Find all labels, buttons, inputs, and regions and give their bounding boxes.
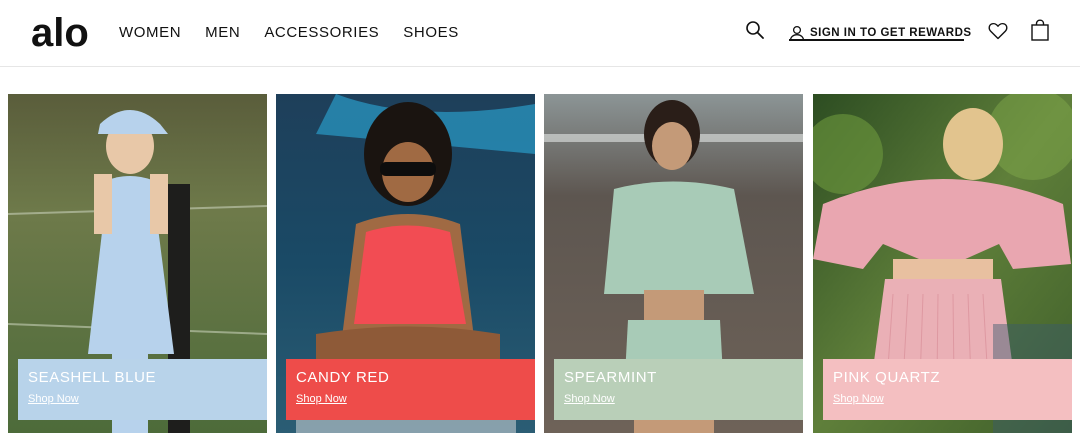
tile-title: PINK QUARTZ <box>833 369 941 386</box>
search-icon[interactable] <box>745 20 765 40</box>
tile-caption: PINK QUARTZ Shop Now <box>823 359 1072 420</box>
product-color-grid: SEASHELL BLUE Shop Now CANDY RED Shop No… <box>8 94 1072 433</box>
tile-seashell-blue[interactable]: SEASHELL BLUE Shop Now <box>8 94 267 433</box>
shopping-bag-icon[interactable] <box>1031 19 1049 41</box>
nav-accessories[interactable]: ACCESSORIES <box>264 24 379 41</box>
nav-women[interactable]: WOMEN <box>119 24 181 41</box>
rewards-label: SIGN IN TO GET REWARDS <box>810 27 972 39</box>
rewards-underline <box>789 39 964 41</box>
tile-caption: SPEARMINT Shop Now <box>554 359 803 420</box>
nav-shoes[interactable]: SHOES <box>403 24 459 41</box>
shop-now-link[interactable]: Shop Now <box>296 393 347 405</box>
svg-text:alo: alo <box>31 11 89 52</box>
shop-now-link[interactable]: Shop Now <box>564 393 615 405</box>
tile-title: SPEARMINT <box>564 369 657 386</box>
tile-title: SEASHELL BLUE <box>28 369 157 386</box>
shop-now-link[interactable]: Shop Now <box>28 393 79 405</box>
tile-spearmint[interactable]: SPEARMINT Shop Now <box>544 94 803 433</box>
heart-icon[interactable] <box>988 21 1008 41</box>
alo-logo[interactable]: alo <box>31 10 93 52</box>
shop-now-link[interactable]: Shop Now <box>833 393 884 405</box>
tile-candy-red[interactable]: CANDY RED Shop Now <box>276 94 535 433</box>
tile-pink-quartz[interactable]: PINK QUARTZ Shop Now <box>813 94 1072 433</box>
site-header: alo WOMEN MEN ACCESSORIES SHOES SIGN IN … <box>0 0 1080 67</box>
tile-caption: CANDY RED Shop Now <box>286 359 535 420</box>
nav-men[interactable]: MEN <box>205 24 240 41</box>
tile-title: CANDY RED <box>296 369 390 386</box>
tile-caption: SEASHELL BLUE Shop Now <box>18 359 267 420</box>
main-nav: WOMEN MEN ACCESSORIES SHOES <box>119 24 483 41</box>
